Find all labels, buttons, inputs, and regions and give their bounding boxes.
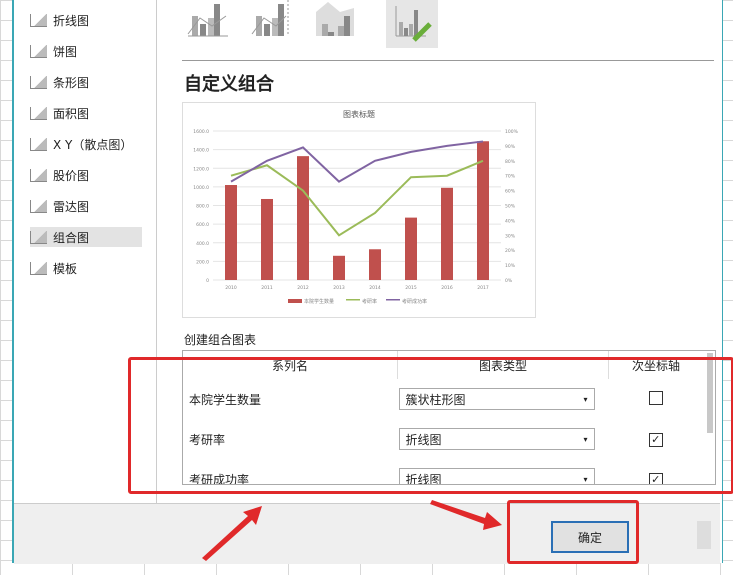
arrow-right-icon xyxy=(430,500,502,530)
arrow-up-icon xyxy=(202,506,262,561)
annotation-arrows xyxy=(202,500,502,561)
